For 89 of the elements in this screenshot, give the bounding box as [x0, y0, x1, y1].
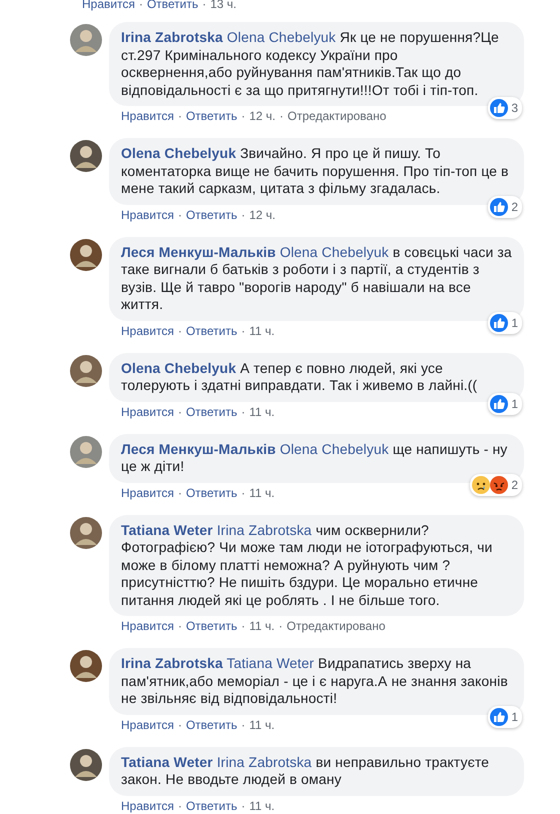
action-link[interactable]: Нравится: [121, 109, 174, 124]
reactions-badge[interactable]: 1: [488, 392, 522, 414]
separator: ·: [278, 109, 285, 124]
separator: ·: [278, 619, 284, 634]
separator: ·: [240, 208, 246, 222]
comment-text: Irina Zabrotska Tatiana Weter Видрапатись зверху на пам'ятник,або меморіал - це і є наруга.А не знання законів не звільняє від відповідальності!: [121, 655, 509, 708]
avatar[interactable]: [70, 24, 102, 56]
author-link[interactable]: Tatiana Weter: [121, 522, 213, 538]
mention-link[interactable]: Olena Chebelyuk: [226, 29, 336, 45]
action-link[interactable]: Нравится: [121, 718, 174, 732]
comment-text: Tatiana Weter Irina Zabrotska чим осквернили? Фотографією? Чи може там люди не іотографуються, чи може в білому платті неможна? А руйнують чим ? присутністтю? Не пишіть бздури. Це морально етичне питання людей які це роблять . І не більше того.: [121, 522, 494, 609]
avatar[interactable]: [70, 748, 102, 780]
separator: ·: [240, 324, 246, 338]
reactions-badge[interactable]: 2: [470, 474, 522, 496]
separator: ·: [240, 486, 246, 500]
separator: ·: [240, 404, 246, 420]
action-link[interactable]: Ответить: [186, 404, 238, 420]
separator: ·: [138, 0, 144, 12]
action-link[interactable]: Нравится: [121, 798, 174, 814]
action-link[interactable]: Ответить: [186, 109, 238, 124]
timestamp[interactable]: 11 ч.: [249, 324, 275, 338]
timestamp[interactable]: 11 ч.: [249, 486, 275, 500]
action-link[interactable]: Ответить: [186, 798, 238, 814]
action-link[interactable]: Нравится: [121, 404, 174, 420]
avatar[interactable]: [70, 354, 102, 386]
separator: ·: [176, 486, 183, 500]
comment-text: Tatiana Weter Irina Zabrotska ви неправильно трактуєте закон. Не вводьте людей в оману: [121, 754, 490, 788]
reactions-badge[interactable]: 1: [488, 706, 522, 728]
edited-label: Отредактировано: [286, 619, 386, 634]
separator: ·: [176, 718, 183, 732]
comment-text: Irina Zabrotska Olena Chebelyuk Як це не порушення?Це ст.297 Кримінального кодексу України про осквернення,або руйнування пам'ятників.Так що до відповідальності є за що притягнути!!!От тобі і тіп-топ.: [121, 29, 500, 99]
reaction-count: 3: [511, 100, 519, 117]
action-link[interactable]: Нравится: [121, 486, 174, 500]
timestamp[interactable]: 12 ч.: [249, 208, 276, 222]
action-link[interactable]: Ответить: [186, 718, 238, 732]
reaction-count: 1: [511, 396, 519, 412]
separator: ·: [240, 718, 246, 732]
reaction-count: 2: [511, 198, 519, 216]
separator: ·: [240, 109, 246, 124]
edited-label: Отредактировано: [288, 109, 386, 124]
timestamp[interactable]: 11 ч.: [249, 619, 275, 634]
comment-text: Olena Chebelyuk А тепер є повно людей, які усе толерують і здатні виправдати. Так і живемо в лайні.((: [121, 360, 478, 394]
author-link[interactable]: Olena Chebelyuk: [121, 360, 236, 376]
author-link[interactable]: Леся Менкуш-Мальків: [121, 244, 276, 260]
timestamp[interactable]: 11 ч.: [249, 718, 275, 732]
avatar[interactable]: [70, 516, 102, 548]
mention-link[interactable]: Olena Chebelyuk: [280, 440, 389, 456]
mention-link[interactable]: Irina Zabrotska: [216, 522, 312, 538]
author-link[interactable]: Tatiana Weter: [121, 754, 213, 770]
reaction-count: 1: [511, 314, 519, 332]
comment-text: Леся Менкуш-Мальків Olena Chebelyuk в совєцькі часи за таке вигнали б батьків з роботи і з партії, а студентів з вузів. Ще й тавро "ворогів народу" б навішали на все життя.: [121, 244, 512, 314]
separator: ·: [201, 0, 208, 12]
separator: ·: [240, 619, 246, 634]
action-link[interactable]: Ответить: [186, 324, 238, 338]
author-link[interactable]: Irina Zabrotska: [121, 655, 223, 671]
action-link[interactable]: Нравится: [121, 324, 174, 338]
comment-text: Леся Менкуш-Мальків Olena Chebelyuk ще напишуть - ну це ж діти!: [121, 440, 508, 476]
timestamp[interactable]: 11 ч.: [249, 798, 275, 814]
action-link[interactable]: Нравится: [82, 0, 135, 12]
action-link[interactable]: Нравится: [121, 619, 174, 634]
mention-link[interactable]: Tatiana Weter: [226, 655, 314, 671]
mention-link[interactable]: Olena Chebelyuk: [280, 244, 389, 260]
timestamp[interactable]: 11 ч.: [249, 404, 275, 420]
separator: ·: [176, 324, 183, 338]
action-link[interactable]: Ответить: [186, 208, 238, 222]
comment-text: Olena Chebelyuk Звичайно. Я про це й пишу. То коментаторка вище не бачить порушення. Про тіп-топ це в мене такий сарказм, цитата з фільму згадалась.: [121, 145, 510, 198]
reactions-badge[interactable]: 3: [488, 97, 522, 119]
separator: ·: [176, 404, 183, 420]
separator: ·: [176, 619, 183, 634]
timestamp[interactable]: 12 ч.: [249, 109, 276, 124]
avatar[interactable]: [70, 140, 102, 172]
author-link[interactable]: Irina Zabrotska: [121, 29, 223, 45]
reaction-count: 2: [511, 476, 519, 494]
avatar[interactable]: [70, 650, 102, 682]
reactions-badge[interactable]: 2: [488, 196, 522, 218]
separator: ·: [176, 208, 183, 222]
author-link[interactable]: Леся Менкуш-Мальків: [121, 440, 276, 456]
reaction-count: 1: [511, 708, 519, 726]
mention-link[interactable]: Irina Zabrotska: [216, 754, 312, 770]
action-link[interactable]: Ответить: [186, 619, 238, 634]
separator: ·: [176, 798, 183, 814]
action-link[interactable]: Нравится: [121, 208, 174, 222]
avatar[interactable]: [70, 436, 102, 468]
separator: ·: [176, 109, 183, 124]
separator: ·: [240, 798, 246, 814]
author-link[interactable]: Olena Chebelyuk: [121, 145, 236, 161]
action-link[interactable]: Ответить: [186, 486, 238, 500]
avatar[interactable]: [70, 238, 102, 270]
reactions-badge[interactable]: 1: [488, 312, 522, 334]
